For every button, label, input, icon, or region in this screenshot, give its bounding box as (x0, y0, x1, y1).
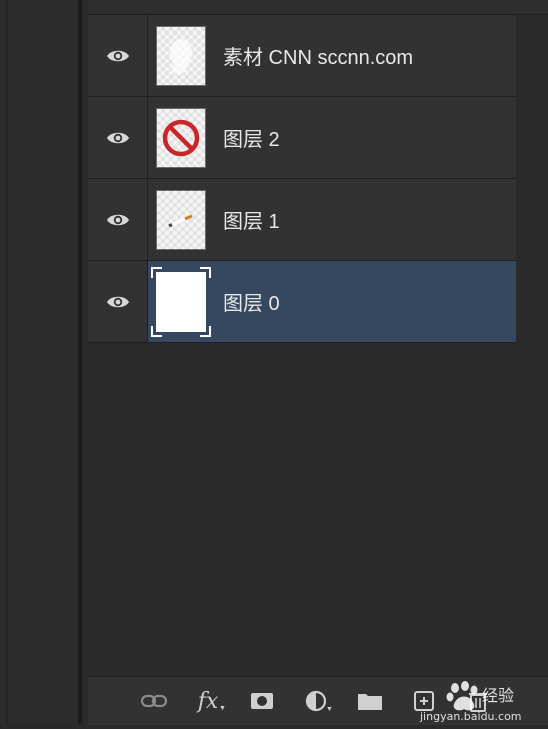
selection-corner (151, 325, 162, 337)
eye-icon (106, 50, 129, 61)
layer-name: 素材 CNN sccnn.com (223, 47, 414, 69)
layer-row[interactable]: 图层 1 (88, 179, 516, 261)
layer-thumbnail (156, 107, 206, 168)
panel-header-edge (88, 0, 548, 15)
layer-thumbnail (156, 189, 206, 250)
mask-icon (251, 693, 273, 709)
no-symbol-icon (162, 119, 200, 156)
selection-corner (200, 266, 211, 278)
link-icon (140, 694, 168, 708)
watermark-domain: jingyan.baidu.com (419, 710, 522, 723)
visibility-toggle[interactable] (88, 179, 148, 260)
layer-content[interactable]: 素材 CNN sccnn.com (148, 15, 516, 96)
layer-name: 图层 2 (223, 129, 280, 151)
dropdown-triangle-icon: ▼ (219, 705, 226, 712)
layer-content[interactable]: 图层 2 (148, 97, 516, 178)
layer-content[interactable]: 图层 1 (148, 179, 516, 260)
baidu-jingyan-watermark: 经验 jingyan.baidu.com (412, 676, 548, 724)
layer-row[interactable]: 图层 2 (88, 97, 516, 179)
selection-corner (151, 266, 162, 278)
layers-panel: 素材 CNN sccnn.com 图层 2 图层 1 图层 0 fx ▼ ▼ (88, 0, 548, 725)
adjustment-layer-button[interactable]: ▼ (300, 685, 333, 717)
visibility-toggle[interactable] (88, 15, 148, 96)
layer-row[interactable]: 素材 CNN sccnn.com (88, 15, 516, 97)
cigarette-icon (168, 214, 193, 227)
fx-icon: fx (197, 688, 219, 714)
baidu-paw-logo: 经验 jingyan.baidu.com (419, 681, 522, 723)
watermark-brand: 经验 (482, 686, 514, 705)
folder-icon (358, 694, 382, 710)
faint-artwork-icon (170, 38, 192, 74)
layer-thumbnail (156, 25, 206, 86)
layer-name: 图层 0 (223, 293, 280, 315)
new-group-button[interactable] (354, 685, 386, 717)
layers-list: 素材 CNN sccnn.com 图层 2 图层 1 图层 0 (88, 15, 516, 343)
visibility-toggle[interactable] (88, 261, 148, 342)
layer-name: 图层 1 (223, 211, 280, 233)
left-panel-strip (0, 0, 82, 724)
link-layers-button[interactable] (138, 685, 170, 717)
eye-icon (106, 296, 129, 307)
panel-edge (6, 0, 8, 724)
dropdown-triangle-icon: ▼ (326, 706, 333, 713)
adjustment-icon (305, 690, 327, 712)
eye-icon (106, 214, 129, 225)
eye-icon (106, 132, 129, 143)
add-mask-button[interactable] (246, 685, 278, 717)
layer-row-selected[interactable]: 图层 0 (88, 261, 516, 343)
selection-corner (200, 325, 211, 337)
layer-style-button[interactable]: fx ▼ (192, 685, 226, 717)
layer-content[interactable]: 图层 0 (148, 261, 516, 342)
layer-thumbnail (151, 266, 211, 337)
visibility-toggle[interactable] (88, 97, 148, 178)
